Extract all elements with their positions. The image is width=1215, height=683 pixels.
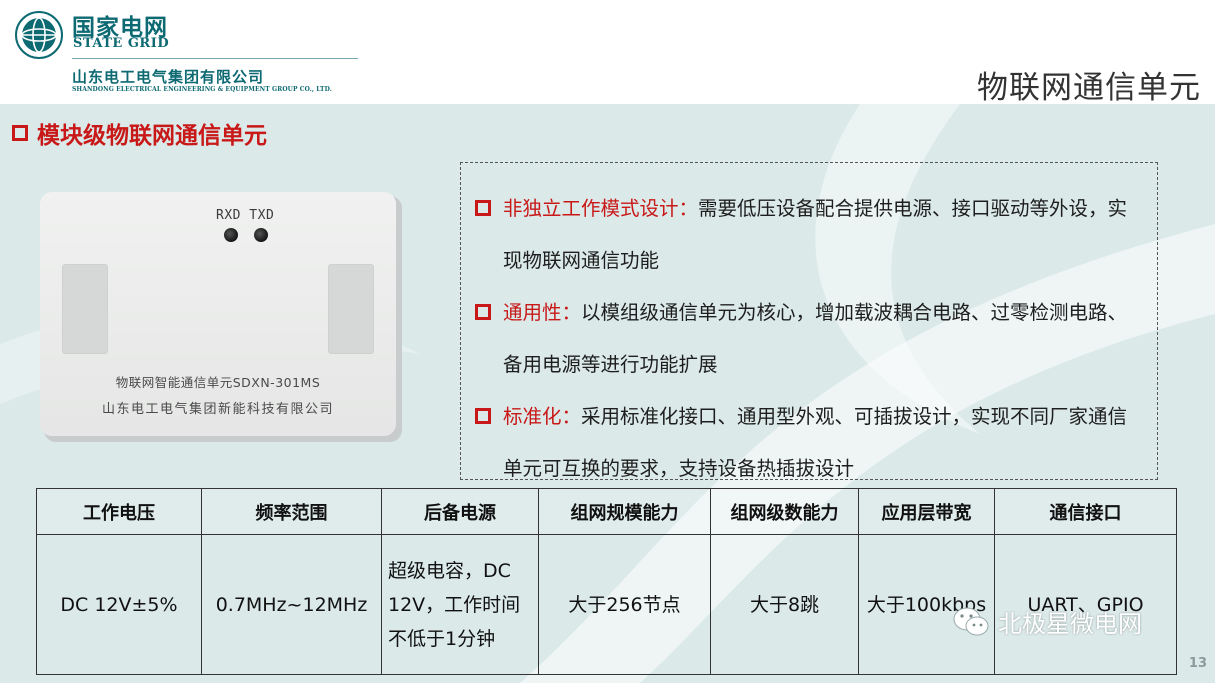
page-number: 13	[1188, 656, 1207, 671]
table-header-cell: 频率范围	[201, 488, 382, 535]
table-header-cell: 后备电源	[381, 488, 539, 535]
slide-title: 物联网通信单元	[977, 70, 1201, 106]
table-cell: 0.7MHz~12MHz	[201, 534, 382, 675]
feature-keyword: 通用性：	[503, 301, 582, 324]
rxd-led-icon	[224, 228, 238, 242]
device-photo: RXD TXD 物联网智能通信单元SDXN-301MS 山东电工电气集团新能科技…	[40, 192, 396, 436]
square-bullet-icon	[475, 200, 491, 216]
wechat-icon	[953, 607, 989, 635]
feature-text: 以模组级通信单元为核心，增加载波耦合电路、过零检测电路、备用电源等进行功能扩展	[503, 301, 1128, 376]
feature-item: 非独立工作模式设计：需要低压设备配合提供电源、接口驱动等外设，实现物联网通信功能	[475, 183, 1145, 287]
table-cell: 大于256节点	[538, 534, 711, 675]
feature-keyword: 非独立工作模式设计：	[503, 197, 699, 220]
slide-body: 模块级物联网通信单元 RXD TXD 物联网智能通信单元SDXN-301MS 山…	[0, 104, 1215, 683]
slide-header: 国家电网 STATE GRID 山东电工电气集团有限公司 SHANDONG EL…	[0, 0, 1215, 106]
feature-item: 标准化：采用标准化接口、通用型外观、可插拔设计，实现不同厂家通信单元可互换的要求…	[475, 391, 1145, 495]
square-bullet-icon	[475, 304, 491, 320]
company-name-cn: 山东电工电气集团有限公司	[72, 68, 265, 86]
device-model-label: 物联网智能通信单元SDXN-301MS	[115, 375, 321, 390]
table-header-cell: 组网级数能力	[710, 488, 859, 535]
feature-text: 采用标准化接口、通用型外观、可插拔设计，实现不同厂家通信单元可互换的要求，支持设…	[503, 405, 1128, 480]
table-header-cell: 通信接口	[994, 488, 1177, 535]
section-title-text: 模块级物联网通信单元	[37, 123, 267, 149]
wechat-watermark: 北极星微电网	[952, 604, 1142, 639]
device-notch-right	[328, 264, 374, 354]
table-cell: 超级电容，DC 12V，工作时间不低于1分钟	[381, 534, 539, 675]
feature-item: 通用性：以模组级通信单元为核心，增加载波耦合电路、过零检测电路、备用电源等进行功…	[475, 287, 1145, 391]
table-header-row: 工作电压 频率范围 后备电源 组网规模能力 组网级数能力 应用层带宽 通信接口	[36, 488, 1177, 535]
table-cell: DC 12V±5%	[36, 534, 202, 675]
watermark-text: 北极星微电网	[998, 610, 1142, 638]
square-bullet-icon	[475, 408, 491, 424]
table-header-cell: 组网规模能力	[538, 488, 711, 535]
feature-keyword: 标准化：	[503, 405, 582, 428]
company-name-en: SHANDONG ELECTRICAL ENGINEERING & EQUIPM…	[72, 86, 332, 93]
device-led-label: RXD TXD	[216, 208, 275, 223]
feature-list-box: 非独立工作模式设计：需要低压设备配合提供电源、接口驱动等外设，实现物联网通信功能…	[460, 162, 1158, 480]
table-cell: 大于8跳	[710, 534, 859, 675]
section-title: 模块级物联网通信单元	[12, 116, 267, 150]
header-divider	[72, 58, 358, 59]
square-bullet-icon	[12, 125, 28, 141]
device-maker-label: 山东电工电气集团新能科技有限公司	[101, 402, 334, 417]
table-header-cell: 工作电压	[36, 488, 202, 535]
brand-name-en: STATE GRID	[73, 36, 170, 51]
table-header-cell: 应用层带宽	[858, 488, 995, 535]
txd-led-icon	[254, 228, 268, 242]
state-grid-logo-icon	[15, 11, 63, 59]
spec-table: 工作电压 频率范围 后备电源 组网规模能力 组网级数能力 应用层带宽 通信接口 …	[36, 488, 1177, 675]
device-notch-left	[62, 264, 108, 354]
